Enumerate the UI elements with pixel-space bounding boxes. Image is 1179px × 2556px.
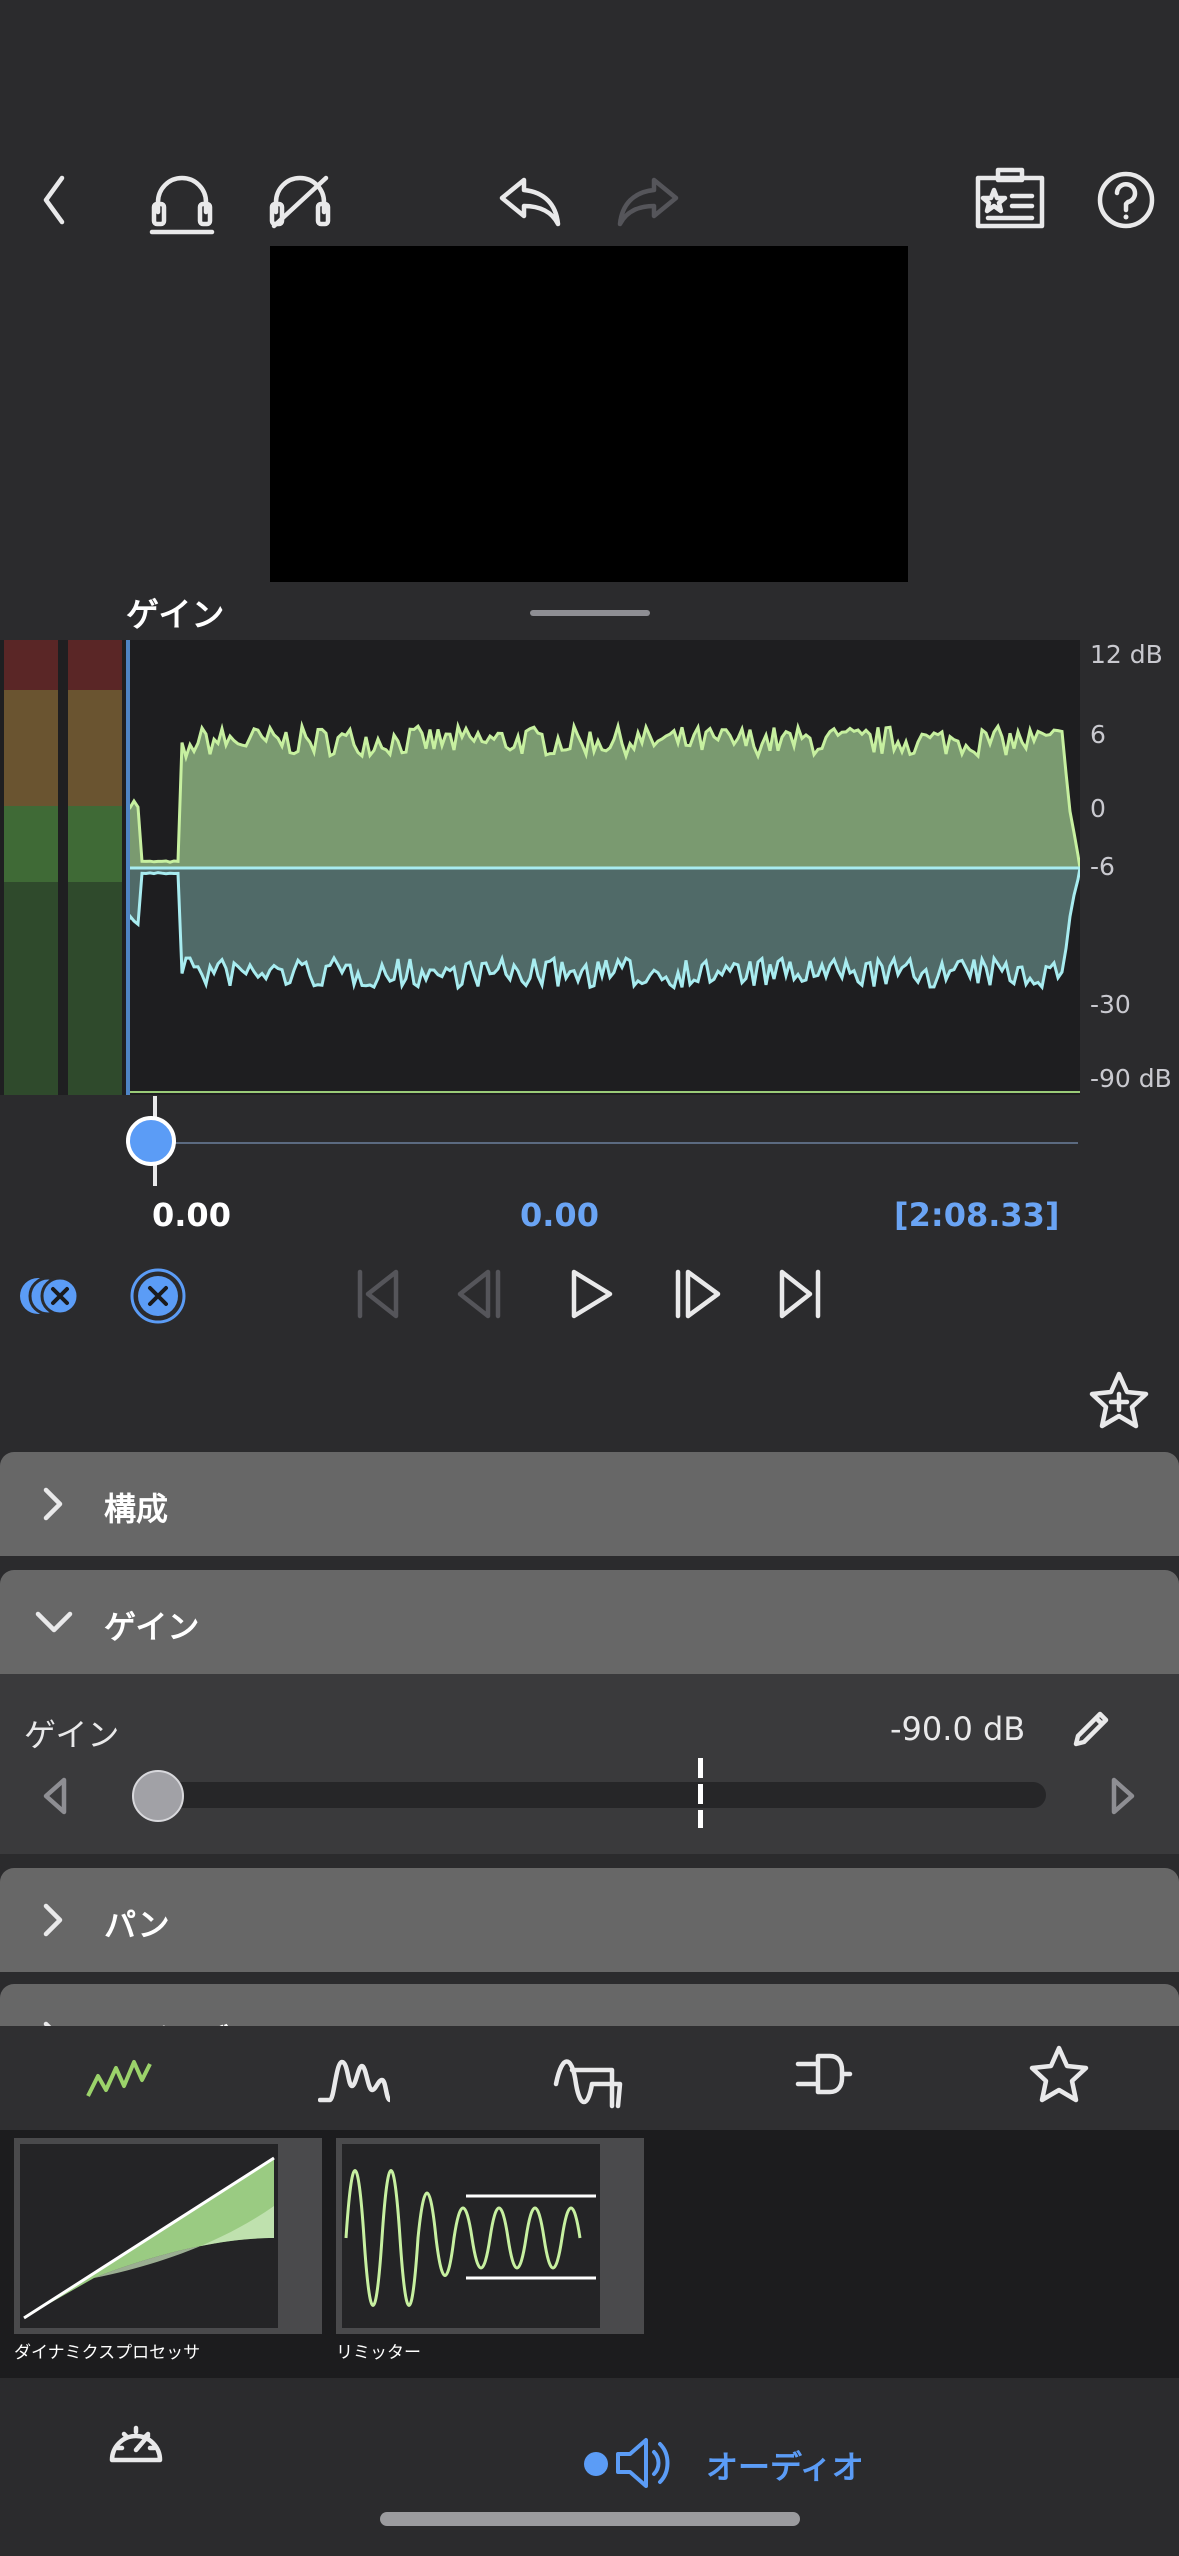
position-center: 0.00 [520, 1196, 599, 1234]
gain-label: ゲイン [24, 1716, 120, 1754]
gain-slider-center-tick [698, 1758, 703, 1828]
clipboard-star-icon[interactable] [970, 160, 1050, 240]
preset-label: ダイナミクスプロセッサ [14, 2343, 201, 2363]
favorites-tab-icon[interactable] [1026, 2042, 1092, 2108]
eq-tab-icon[interactable] [318, 2046, 390, 2106]
waveform-display[interactable] [126, 640, 1080, 1095]
gain-slider-track[interactable] [140, 1782, 1046, 1808]
db-label: 0 [1090, 794, 1106, 823]
increment-icon[interactable] [1106, 1774, 1140, 1818]
section-label: 構成 [104, 1490, 169, 1528]
db-label: -30 [1090, 990, 1131, 1019]
db-label: -6 [1090, 852, 1115, 881]
skip-to-end-icon[interactable] [768, 1262, 832, 1326]
section-label: パン [104, 1906, 170, 1944]
db-scale: 12 dB 6 0 -6 -30 -90 dB [1080, 640, 1179, 1095]
preset-dynamics-processor[interactable] [14, 2138, 322, 2334]
dynamics-tab-icon[interactable] [84, 2046, 154, 2106]
skip-to-start-icon[interactable] [346, 1262, 410, 1326]
preset-label: リミッター [336, 2343, 421, 2363]
level-meter-left [4, 640, 58, 1095]
db-label: 6 [1090, 720, 1106, 749]
bottom-bar: オーディオ [0, 2378, 1179, 2556]
duration: [2:08.33] [894, 1196, 1060, 1234]
clear-marker-icon[interactable] [128, 1266, 188, 1326]
add-favorite-icon[interactable] [1086, 1368, 1152, 1434]
headphones-icon[interactable] [142, 160, 222, 240]
redo-icon[interactable] [608, 160, 688, 240]
section-composition[interactable]: 構成 [0, 1452, 1179, 1556]
monitor-off-icon[interactable] [260, 160, 340, 240]
playhead-handle[interactable] [126, 1116, 176, 1166]
back-icon[interactable] [16, 160, 96, 240]
level-meters [0, 640, 126, 1095]
play-icon[interactable] [558, 1262, 622, 1326]
effect-tabbar [0, 2026, 1179, 2130]
edit-pencil-icon[interactable] [1068, 1706, 1114, 1752]
next-marker-icon[interactable] [664, 1262, 728, 1326]
section-label: ゲイン [104, 1608, 200, 1646]
video-preview [270, 246, 908, 582]
gain-slider-thumb[interactable] [132, 1770, 184, 1822]
position-left: 0.00 [152, 1196, 231, 1234]
chevron-right-icon [43, 1487, 63, 1521]
clear-all-markers-icon[interactable] [16, 1268, 88, 1324]
speedometer-icon[interactable] [104, 2414, 168, 2470]
gain-control-panel: ゲイン -90.0 dB [0, 1674, 1179, 1854]
plugin-tab-icon[interactable] [790, 2044, 854, 2108]
waveform-lower [126, 866, 1080, 991]
chevron-right-icon [43, 1903, 63, 1937]
speaker-icon[interactable] [612, 2430, 678, 2496]
panel-title: ゲイン [126, 595, 225, 634]
db-label: 12 dB [1090, 640, 1163, 669]
undo-icon[interactable] [490, 160, 570, 240]
gain-value: -90.0 dB [890, 1710, 1026, 1748]
previous-marker-icon[interactable] [450, 1262, 514, 1326]
section-pan[interactable]: パン [0, 1868, 1179, 1972]
audio-dot-indicator [584, 2452, 608, 2476]
chevron-down-icon [35, 1611, 73, 1633]
waveform-upper [126, 720, 1080, 870]
decrement-icon[interactable] [38, 1774, 72, 1818]
level-meter-right [68, 640, 122, 1095]
section-gain[interactable]: ゲイン [0, 1570, 1179, 1674]
help-icon[interactable] [1086, 160, 1166, 240]
db-label: -90 dB [1090, 1064, 1172, 1093]
preset-limiter[interactable] [336, 2138, 644, 2334]
filter-tab-icon[interactable] [552, 2044, 624, 2110]
home-indicator [380, 2512, 800, 2526]
scrubber-track[interactable] [154, 1142, 1078, 1144]
drag-handle[interactable] [530, 610, 650, 616]
audio-label[interactable]: オーディオ [706, 2442, 864, 2488]
